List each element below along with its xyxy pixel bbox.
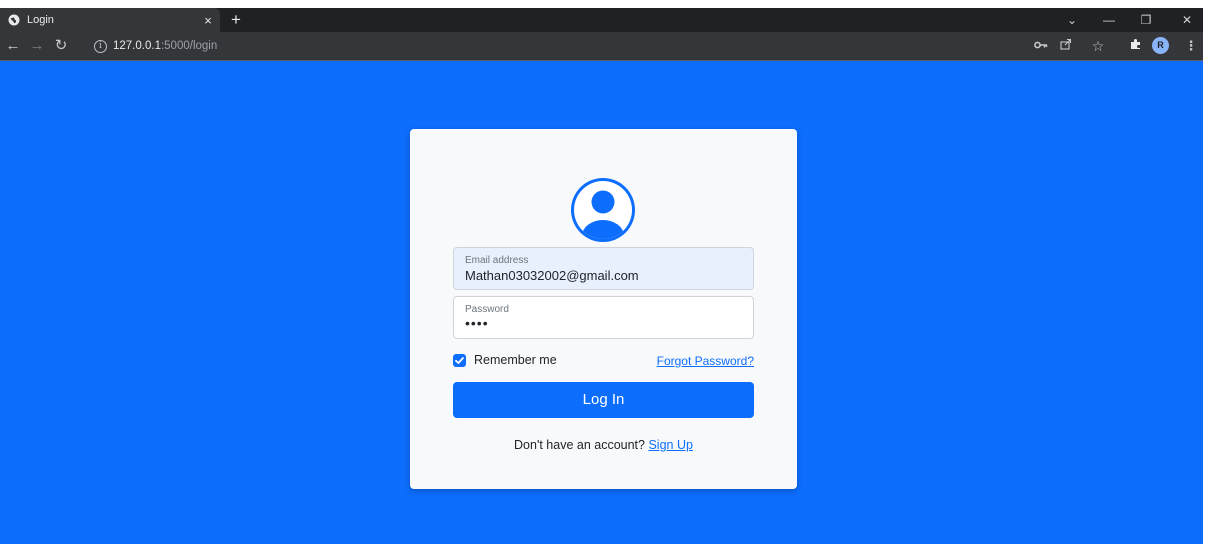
address-bar[interactable]: i 127.0.0.1:5000/login bbox=[90, 35, 1025, 57]
email-value: Mathan03032002@gmail.com bbox=[465, 268, 639, 283]
remember-me-row: Remember me bbox=[453, 353, 557, 367]
menu-icon[interactable]: ⋮ bbox=[1180, 35, 1202, 57]
info-icon[interactable]: i bbox=[94, 39, 107, 53]
share-icon[interactable] bbox=[1055, 35, 1077, 57]
toolbar-divider bbox=[0, 60, 1203, 61]
checkmark-icon bbox=[455, 356, 464, 364]
close-window-button[interactable]: ✕ bbox=[1171, 8, 1203, 32]
login-card: Email address Mathan03032002@gmail.com P… bbox=[410, 129, 797, 489]
email-field[interactable]: Email address Mathan03032002@gmail.com bbox=[453, 247, 754, 290]
email-label: Email address bbox=[465, 255, 529, 266]
signup-link[interactable]: Sign Up bbox=[648, 438, 692, 452]
globe-icon bbox=[8, 14, 20, 26]
extensions-icon[interactable] bbox=[1125, 35, 1147, 57]
password-field[interactable]: Password •••• bbox=[453, 296, 754, 339]
login-button[interactable]: Log In bbox=[453, 382, 754, 418]
tab-search-button[interactable]: ⌄ bbox=[1056, 8, 1088, 32]
password-value: •••• bbox=[465, 315, 489, 331]
reload-icon[interactable]: ↻ bbox=[50, 35, 72, 57]
back-arrow-icon[interactable]: ← bbox=[2, 35, 24, 57]
browser-toolbar: ← → ↻ i 127.0.0.1:5000/login bbox=[0, 32, 1203, 60]
profile-avatar[interactable]: R bbox=[1152, 37, 1169, 54]
key-icon[interactable] bbox=[1030, 35, 1052, 57]
tab-close-icon[interactable]: × bbox=[196, 13, 220, 28]
minimize-button[interactable]: — bbox=[1093, 8, 1125, 32]
remember-me-label[interactable]: Remember me bbox=[474, 353, 557, 367]
new-tab-button[interactable]: + bbox=[226, 10, 246, 30]
star-icon[interactable]: ☆ bbox=[1087, 35, 1109, 57]
forgot-password-link[interactable]: Forgot Password? bbox=[657, 354, 754, 368]
url-path: :5000/login bbox=[160, 40, 218, 52]
forward-arrow-icon[interactable]: → bbox=[26, 35, 48, 57]
tab-title: Login bbox=[27, 14, 54, 26]
signup-prompt: Don't have an account? bbox=[514, 438, 649, 452]
tab-strip: Login × + ⌄ — ❐ ✕ bbox=[0, 8, 1203, 32]
user-circle-icon bbox=[571, 178, 635, 242]
url-host: 127.0.0.1 bbox=[113, 40, 161, 52]
restore-button[interactable]: ❐ bbox=[1130, 8, 1162, 32]
password-label: Password bbox=[465, 304, 509, 315]
signup-row: Don't have an account? Sign Up bbox=[410, 438, 797, 452]
browser-window: Login × + ⌄ — ❐ ✕ ← → ↻ i 127.0.0.1:5000… bbox=[0, 8, 1203, 544]
tab-login[interactable]: Login × bbox=[0, 8, 220, 32]
remember-me-checkbox[interactable] bbox=[453, 353, 466, 367]
